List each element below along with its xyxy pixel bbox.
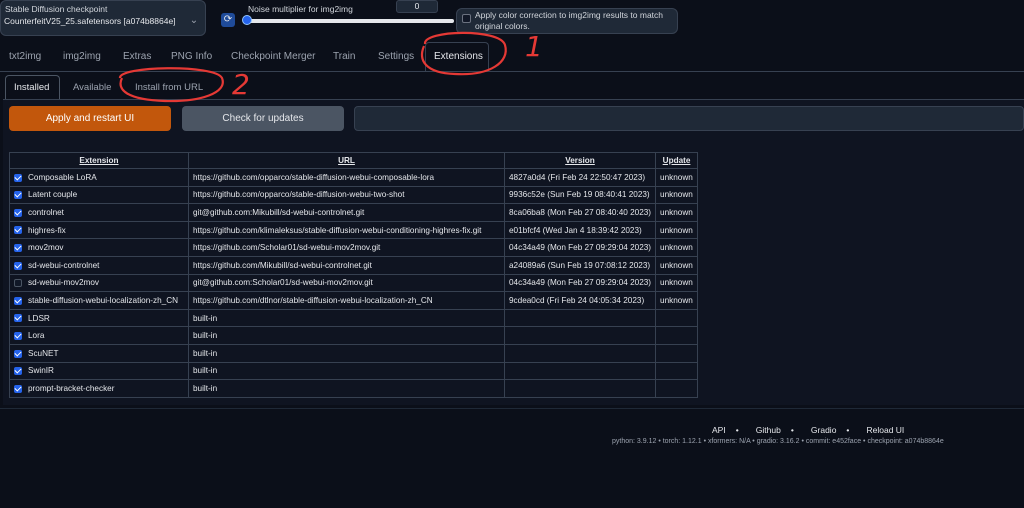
annotation-circle-extensions — [420, 31, 507, 76]
annotation-number-two: 2 — [232, 68, 250, 101]
annotation-number-one: 1 — [525, 30, 543, 63]
annotation-overlay — [118, 31, 507, 103]
annotation-circle-install-url — [118, 67, 224, 103]
